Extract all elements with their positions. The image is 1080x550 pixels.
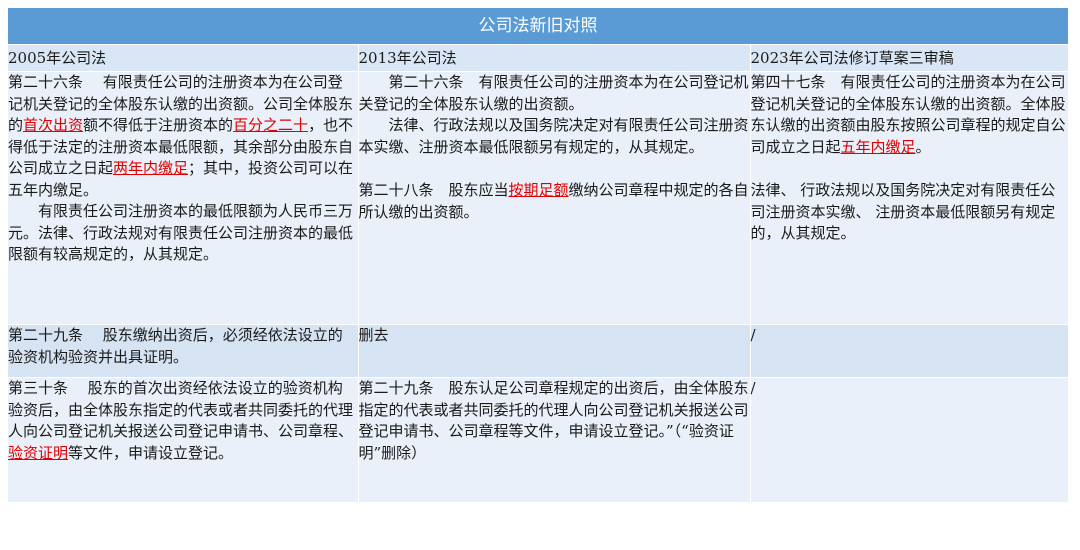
paragraph: / [750, 379, 756, 397]
cell-2023: / [749, 377, 1069, 502]
text: 。 [915, 137, 931, 156]
paragraph: 删去 [358, 326, 389, 344]
table-row: 第二十六条 有限责任公司的注册资本为在公司登记机关登记的全体股东认缴的出资额。公… [8, 71, 1069, 325]
paragraph: 第四十七条 有限责任公司的注册资本为在公司登记机关登记的全体股东认缴的出资额。全… [751, 72, 1069, 158]
text: 第三十条 股东的首次出资经依法设立的验资机构验资后，由全体股东指定的代表或者共同… [8, 379, 354, 440]
cell-2013: 删去 [357, 324, 750, 378]
text: 额不得低于注册资本的 [83, 116, 234, 134]
cell-2023: 第四十七条 有限责任公司的注册资本为在公司登记机关登记的全体股东认缴的出资额。全… [749, 71, 1069, 325]
cell-2005: 第二十九条 股东缴纳出资后，必须经依法设立的验资机构验资并出具证明。 [8, 324, 358, 378]
paragraph: 法律、行政法规以及国务院决定对有限责任公司注册资本实缴、注册资本最低限额另有规定… [358, 116, 749, 156]
table-title: 公司法新旧对照 [8, 8, 1069, 45]
column-header-2005: 2005年公司法 [8, 44, 358, 72]
paragraph: 第三十条 股东的首次出资经依法设立的验资机构验资后，由全体股东指定的代表或者共同… [8, 378, 358, 464]
cell-2023: / [749, 324, 1069, 378]
column-header-2013: 2013年公司法 [357, 44, 750, 72]
text: 等文件，申请设立登记。 [68, 443, 234, 462]
highlighted-text: 五年内缴足 [840, 137, 916, 156]
column-header-2023: 2023年公司法修订草案三审稿 [749, 44, 1069, 72]
highlighted-text: 百分之二十 [233, 116, 309, 134]
cell-2005: 第三十条 股东的首次出资经依法设立的验资机构验资后，由全体股东指定的代表或者共同… [8, 377, 358, 502]
paragraph: 第二十九条 股东缴纳出资后，必须经依法设立的验资机构验资并出具证明。 [8, 326, 343, 366]
table-row: 第二十九条 股东缴纳出资后，必须经依法设立的验资机构验资并出具证明。 删去 / [8, 324, 1069, 378]
paragraph: 第二十九条 股东认足公司章程规定的出资后，由全体股东指定的代表或者共同委托的代理… [358, 379, 749, 462]
paragraph: / [750, 326, 756, 344]
comparison-table-wrapper: 公司法新旧对照 2005年公司法 2013年公司法 2023年公司法修订草案三审… [8, 8, 1069, 502]
paragraph: 第二十六条 有限责任公司的注册资本为在公司登记机关登记的全体股东认缴的出资额。 [358, 73, 749, 113]
cell-2013: 第二十六条 有限责任公司的注册资本为在公司登记机关登记的全体股东认缴的出资额。 … [357, 71, 750, 325]
paragraph: 有限责任公司注册资本的最低限额为人民币三万元。法律、行政法规对有限责任公司注册资… [8, 202, 354, 263]
highlighted-text: 两年内缴足 [113, 159, 189, 177]
comparison-table: 公司法新旧对照 2005年公司法 2013年公司法 2023年公司法修订草案三审… [8, 8, 1069, 502]
paragraph: 第二十八条 股东应当按期足额缴纳公司章程中规定的各自所认缴的出资额。 [359, 180, 750, 223]
paragraph: 第二十六条 有限责任公司的注册资本为在公司登记机关登记的全体股东认缴的出资额。公… [8, 72, 358, 201]
text: 第二十八条 股东应当 [358, 181, 509, 199]
cell-2005: 第二十六条 有限责任公司的注册资本为在公司登记机关登记的全体股东认缴的出资额。公… [8, 71, 358, 325]
highlighted-text: 按期足额 [508, 181, 569, 199]
highlighted-text: 验资证明 [8, 443, 69, 462]
table-row: 第三十条 股东的首次出资经依法设立的验资机构验资后，由全体股东指定的代表或者共同… [8, 377, 1069, 502]
header-row: 2005年公司法 2013年公司法 2023年公司法修订草案三审稿 [8, 44, 1069, 72]
highlighted-text: 首次出资 [23, 116, 84, 134]
cell-2013: 第二十九条 股东认足公司章程规定的出资后，由全体股东指定的代表或者共同委托的代理… [357, 377, 750, 502]
paragraph: 法律、 行政法规以及国务院决定对有限责任公司注册资本实缴、 注册资本最低限额另有… [750, 181, 1056, 242]
